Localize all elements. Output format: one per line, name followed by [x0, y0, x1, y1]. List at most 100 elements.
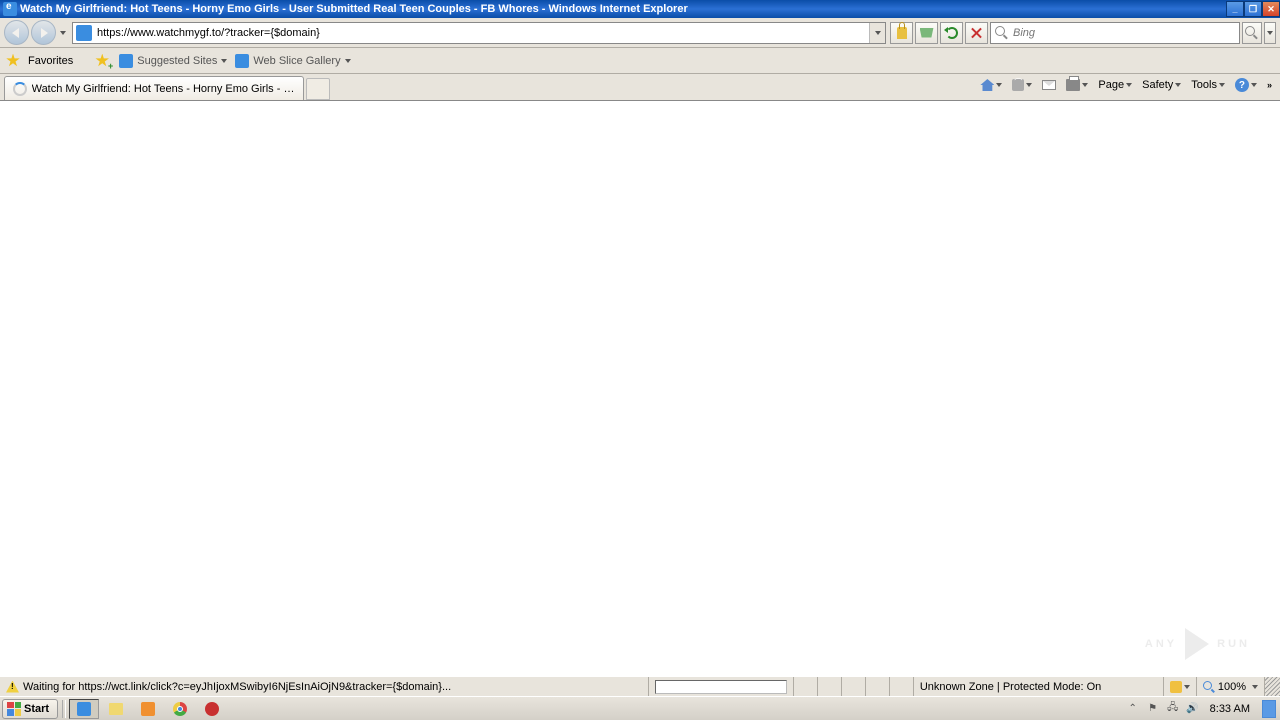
status-pane	[793, 677, 817, 696]
refresh-button[interactable]	[940, 22, 963, 44]
chevron-down-icon	[60, 31, 66, 35]
start-button[interactable]: Start	[2, 699, 58, 719]
chevron-down-icon	[1026, 83, 1032, 87]
tab-title: Watch My Girlfriend: Hot Teens - Horny E…	[32, 83, 295, 95]
search-icon	[994, 25, 1010, 41]
feeds-button[interactable]	[1009, 77, 1035, 93]
security-lock-button[interactable]	[890, 22, 913, 44]
favorites-bar: Favorites Suggested Sites Web Slice Gall…	[0, 48, 1280, 74]
restore-button[interactable]: ❐	[1244, 1, 1262, 17]
toolbar-overflow[interactable]: »	[1264, 78, 1274, 92]
page-label: Page	[1098, 79, 1124, 91]
watermark: ANY RUN	[1145, 628, 1250, 660]
compat-icon	[920, 28, 934, 38]
start-label: Start	[24, 703, 49, 715]
security-zone[interactable]: Unknown Zone | Protected Mode: On	[913, 677, 1163, 696]
command-bar: Page Safety Tools ? »	[977, 76, 1274, 94]
tray-flag-icon[interactable]: ⚑	[1146, 702, 1160, 716]
search-provider-dropdown[interactable]	[1264, 22, 1276, 44]
windows-logo-icon	[7, 702, 21, 716]
address-dropdown[interactable]	[869, 23, 885, 43]
tray-volume-icon[interactable]: 🔊	[1186, 702, 1200, 716]
chevron-down-icon	[1267, 31, 1273, 35]
print-button[interactable]	[1063, 77, 1091, 93]
chevron-down-icon	[1126, 83, 1132, 87]
tools-menu[interactable]: Tools	[1188, 77, 1228, 93]
chevron-down-icon	[1184, 685, 1190, 689]
help-button[interactable]: ?	[1232, 76, 1260, 94]
browser-tab[interactable]: Watch My Girlfriend: Hot Teens - Horny E…	[4, 76, 304, 100]
address-bar[interactable]	[72, 22, 886, 44]
chevron-down-icon	[1219, 83, 1225, 87]
compat-view-button[interactable]	[915, 22, 938, 44]
chevron-down-icon	[1175, 83, 1181, 87]
taskbar-chrome-button[interactable]	[165, 699, 195, 719]
progress-bar	[655, 680, 787, 694]
folder-icon	[109, 703, 123, 715]
window-title: Watch My Girlfriend: Hot Teens - Horny E…	[20, 3, 1226, 15]
ie-page-icon	[76, 25, 92, 41]
tray-network-icon[interactable]: 🖧	[1166, 702, 1180, 716]
search-go-button[interactable]	[1242, 22, 1262, 44]
refresh-icon	[946, 27, 958, 39]
chevron-down-icon	[996, 83, 1002, 87]
new-tab-button[interactable]	[306, 78, 330, 100]
taskbar-explorer-button[interactable]	[101, 699, 131, 719]
resize-grip[interactable]	[1264, 677, 1280, 696]
tray-expand-button[interactable]: ⌃	[1126, 702, 1140, 716]
close-button[interactable]: ✕	[1262, 1, 1280, 17]
mail-icon	[1042, 80, 1056, 90]
shield-icon	[1170, 681, 1182, 693]
safety-menu[interactable]: Safety	[1139, 77, 1184, 93]
status-message: Waiting for https://wct.link/click?c=eyJ…	[23, 681, 451, 693]
ie-icon	[3, 2, 17, 16]
play-icon	[1185, 628, 1209, 660]
print-icon	[1066, 79, 1080, 91]
system-tray: ⌃ ⚑ 🖧 🔊 8:33 AM	[1122, 700, 1280, 718]
zone-icon-pane[interactable]	[1163, 677, 1196, 696]
status-bar: Waiting for https://wct.link/click?c=eyJ…	[0, 676, 1280, 696]
progress-pane	[648, 677, 793, 696]
forward-button[interactable]	[31, 20, 56, 45]
suggested-sites-link[interactable]: Suggested Sites	[119, 54, 227, 68]
safety-label: Safety	[1142, 79, 1173, 91]
web-slice-link[interactable]: Web Slice Gallery	[235, 54, 350, 68]
help-icon: ?	[1235, 78, 1249, 92]
status-pane	[865, 677, 889, 696]
chevron-down-icon	[1082, 83, 1088, 87]
taskbar-clock[interactable]: 8:33 AM	[1206, 703, 1254, 715]
taskbar-app-button[interactable]	[197, 699, 227, 719]
url-input[interactable]	[95, 27, 869, 39]
add-favorite-button[interactable]	[95, 54, 111, 68]
taskbar-media-button[interactable]	[133, 699, 163, 719]
star-icon	[6, 54, 20, 68]
page-content	[0, 100, 1280, 676]
page-menu[interactable]: Page	[1095, 77, 1135, 93]
taskbar: Start ⌃ ⚑ 🖧 🔊 8:33 AM	[0, 696, 1280, 720]
search-bar[interactable]	[990, 22, 1240, 44]
lock-icon	[897, 27, 907, 39]
search-input[interactable]	[1013, 23, 1239, 43]
favorites-label[interactable]: Favorites	[28, 55, 73, 67]
show-desktop-button[interactable]	[1262, 700, 1276, 718]
taskbar-ie-button[interactable]	[69, 699, 99, 719]
chevron-down-icon	[345, 59, 351, 63]
loading-spinner-icon	[13, 82, 27, 96]
stop-button[interactable]	[965, 22, 988, 44]
zoom-control[interactable]: 100%	[1196, 677, 1264, 696]
chevron-down-icon	[1251, 83, 1257, 87]
home-button[interactable]	[977, 77, 1005, 93]
stop-icon	[971, 27, 982, 38]
minimize-button[interactable]: _	[1226, 1, 1244, 17]
rss-icon	[1012, 79, 1024, 91]
back-button[interactable]	[4, 20, 29, 45]
nav-history-dropdown[interactable]	[58, 23, 68, 43]
watermark-right: RUN	[1217, 638, 1250, 650]
search-icon	[1244, 25, 1260, 41]
read-mail-button[interactable]	[1039, 78, 1059, 92]
web-slice-label: Web Slice Gallery	[253, 55, 340, 67]
zoom-value: 100%	[1218, 681, 1246, 693]
navigation-toolbar	[0, 18, 1280, 48]
status-pane	[817, 677, 841, 696]
warning-icon	[6, 681, 19, 693]
